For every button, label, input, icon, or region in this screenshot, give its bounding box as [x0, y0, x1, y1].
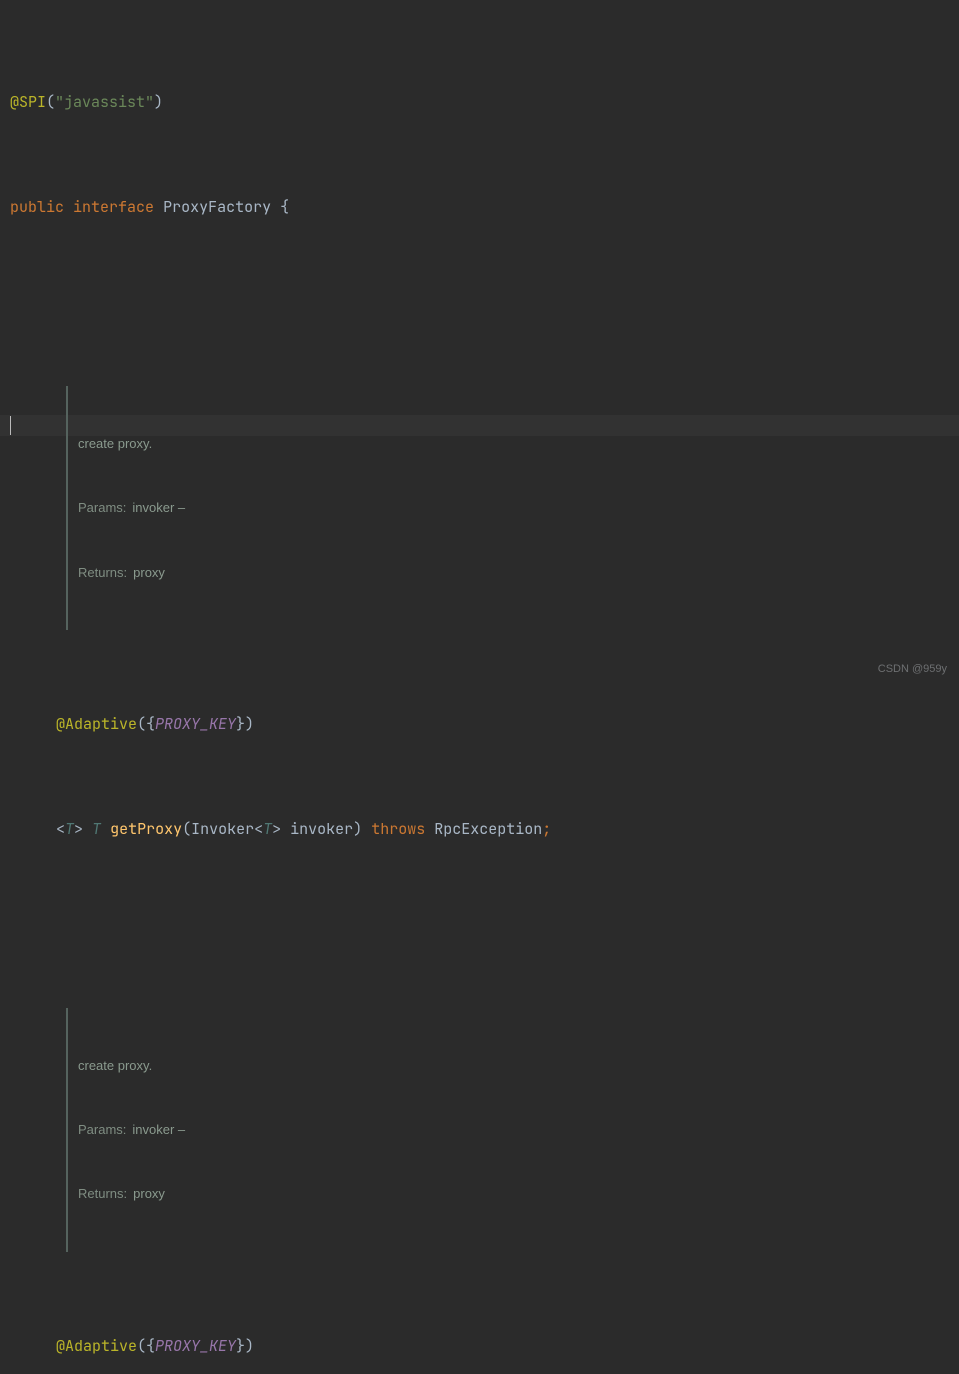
annotation: @Adaptive [56, 714, 137, 735]
doc-summary: create proxy. [78, 433, 959, 454]
doc-params-value: invoker – [132, 497, 185, 518]
class-name: ProxyFactory [163, 197, 271, 218]
javadoc-block: create proxy. Params: invoker – Returns:… [66, 386, 959, 630]
type-param: T [92, 819, 101, 840]
doc-returns-label: Returns: [78, 1183, 127, 1204]
code-line[interactable]: public interface ProxyFactory { [10, 197, 959, 218]
annotation: @SPI [10, 92, 46, 113]
constant: PROXY_KEY [155, 714, 236, 735]
code-line[interactable]: @Adaptive({PROXY_KEY}) [10, 714, 959, 735]
type-param: T [65, 819, 74, 840]
constant: PROXY_KEY [155, 1336, 236, 1357]
doc-returns-value: proxy [133, 1183, 165, 1204]
keyword: public [10, 197, 64, 218]
param-name: invoker [281, 819, 353, 840]
keyword: throws [371, 819, 425, 840]
doc-returns-label: Returns: [78, 562, 127, 583]
text-caret [10, 416, 11, 435]
string-literal: "javassist" [55, 92, 154, 113]
punct: }) [236, 714, 254, 735]
code-line[interactable]: @Adaptive({PROXY_KEY}) [10, 1336, 959, 1357]
paren-close: ) [154, 92, 163, 113]
type: RpcException [434, 819, 542, 840]
doc-params-value: invoker – [132, 1119, 185, 1140]
doc-returns-value: proxy [133, 562, 165, 583]
type: Invoker [191, 819, 254, 840]
brace: { [271, 197, 289, 218]
keyword: interface [73, 197, 154, 218]
doc-params-label: Params: [78, 1119, 126, 1140]
code-editor[interactable]: @SPI("javassist") public interface Proxy… [0, 0, 959, 1374]
semicolon: ; [542, 819, 551, 840]
method-name: getProxy [110, 819, 182, 840]
code-line[interactable]: <T> T getProxy(Invoker<T> invoker) throw… [10, 819, 959, 840]
annotation: @Adaptive [56, 1336, 137, 1357]
type-param: T [263, 819, 272, 840]
doc-params-label: Params: [78, 497, 126, 518]
javadoc-block: create proxy. Params: invoker – Returns:… [66, 1008, 959, 1252]
punct: ({ [137, 714, 155, 735]
code-line[interactable]: @SPI("javassist") [10, 92, 959, 113]
watermark: CSDN @959y [878, 662, 947, 677]
doc-summary: create proxy. [78, 1055, 959, 1076]
paren-open: ( [46, 92, 55, 113]
